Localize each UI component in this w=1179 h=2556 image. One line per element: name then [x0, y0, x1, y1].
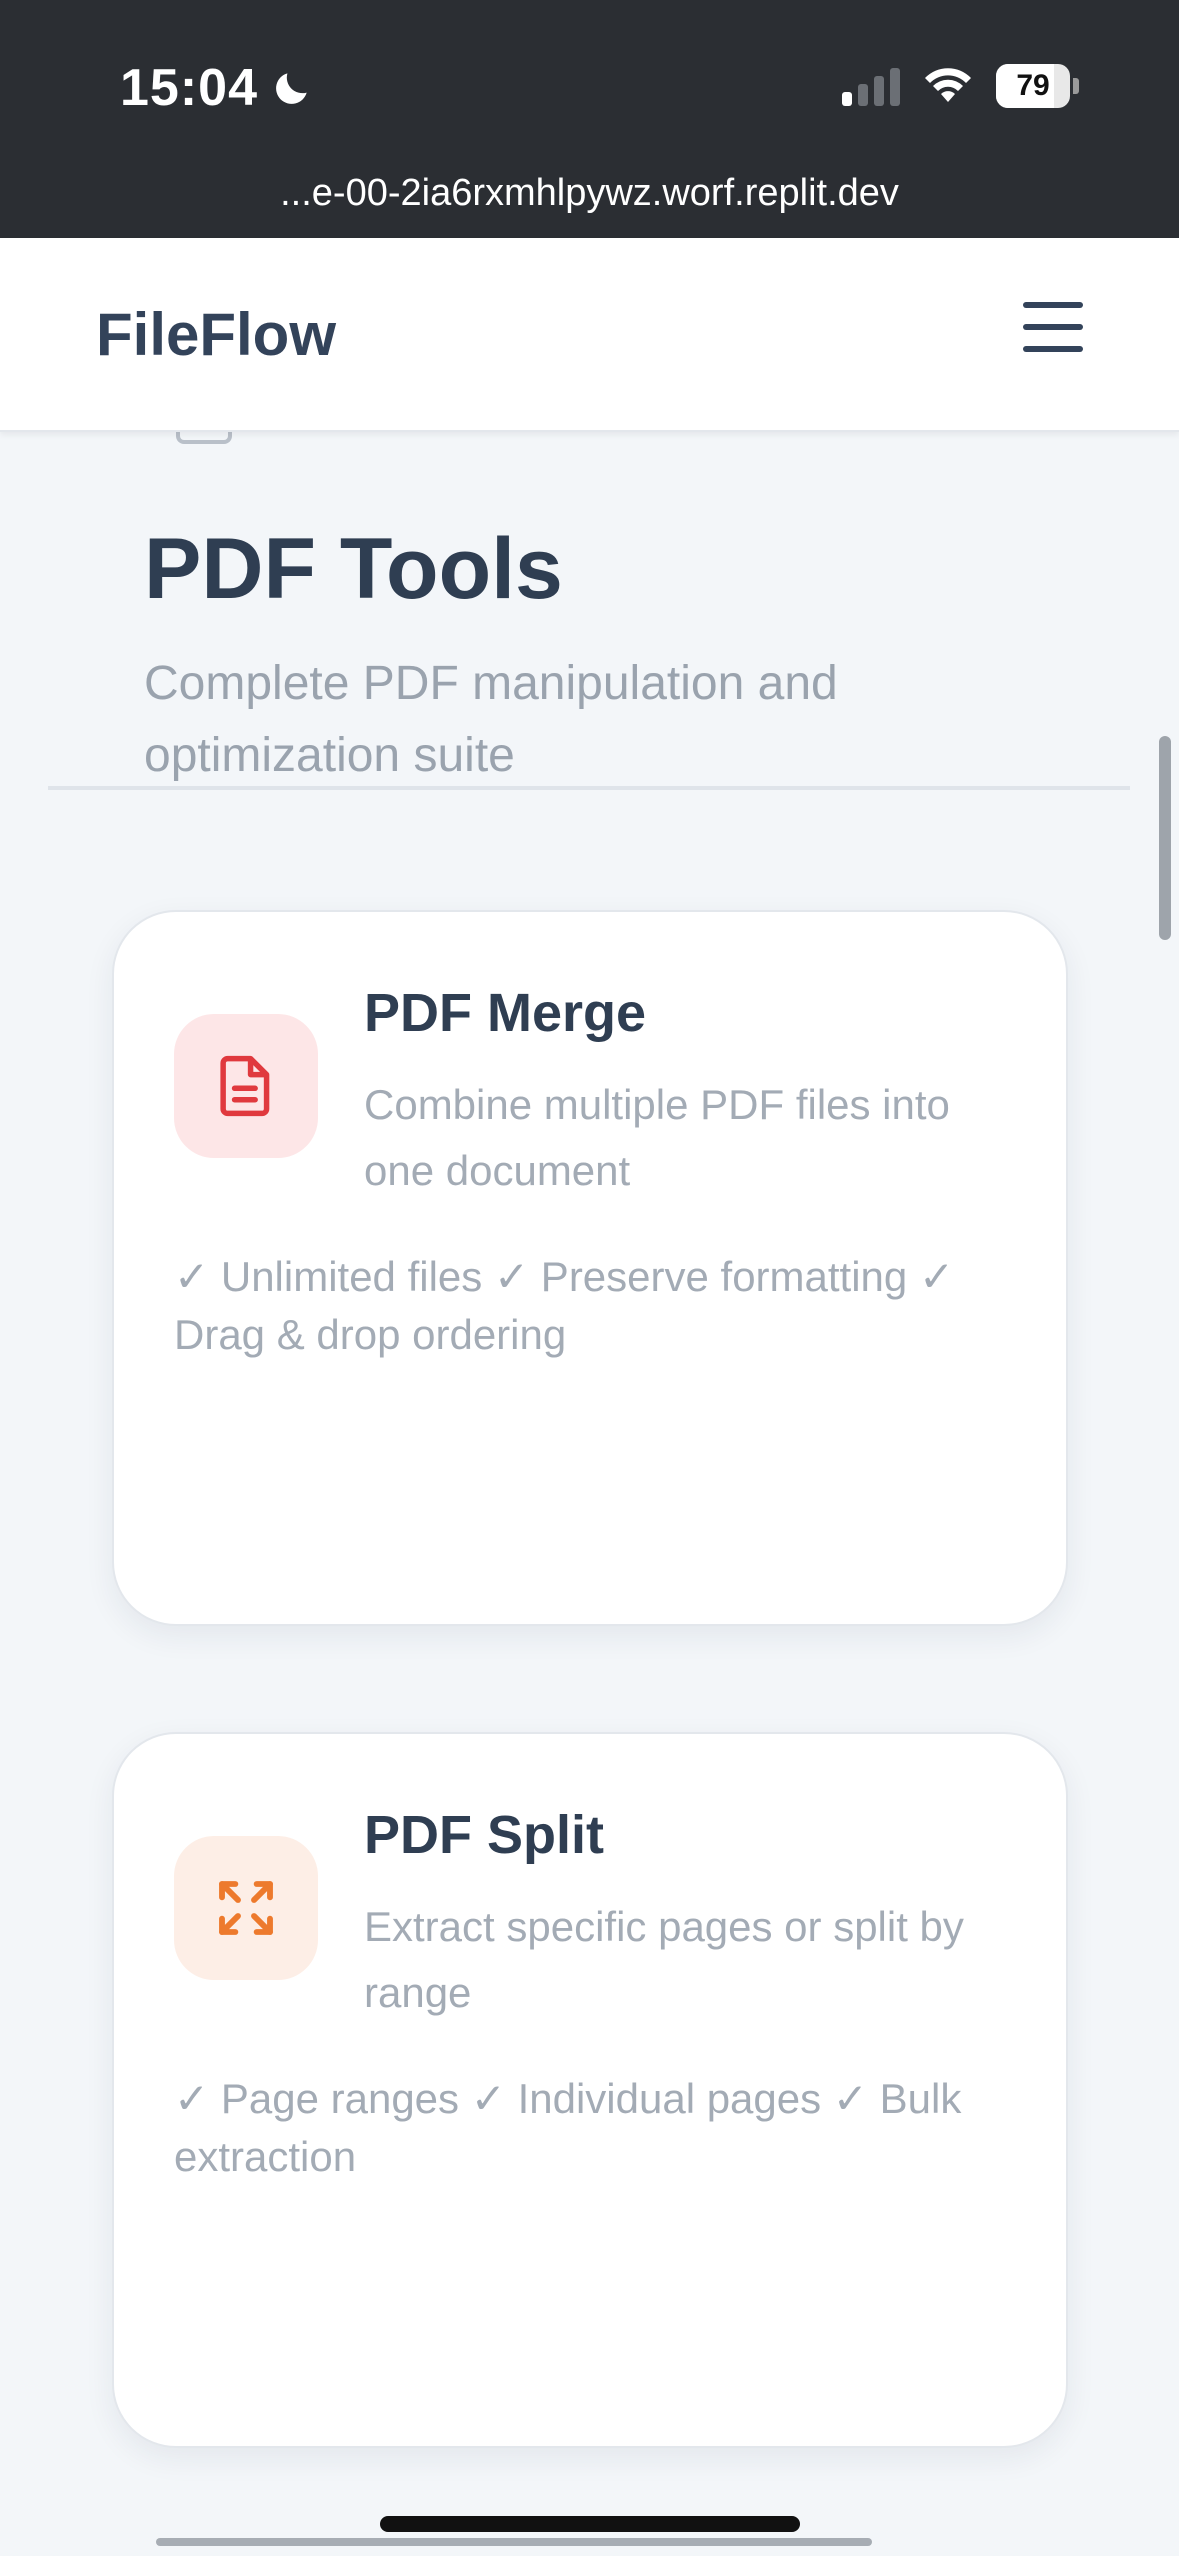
hamburger-menu-button[interactable]	[1023, 302, 1083, 352]
address-bar-url[interactable]: ...e-00-2ia6rxmhlpywz.worf.replit.dev	[0, 172, 1179, 215]
vertical-scrollbar[interactable]	[1159, 736, 1171, 940]
page-title: PDF Tools	[144, 521, 563, 617]
tool-description: Combine multiple PDF files into one docu…	[364, 1081, 950, 1194]
expand-arrows-icon	[219, 1881, 273, 1935]
moon-icon	[276, 73, 307, 104]
tool-card-pdf-split[interactable]: PDF Split Extract specific pages or spli…	[112, 1732, 1068, 2448]
battery-percentage: 79	[1016, 69, 1050, 102]
tool-description: Extract specific pages or split by range	[364, 1903, 964, 2016]
status-bar: 15:04 79 ...e-00-2ia6rxmhlpywz.worf.repl…	[0, 0, 1179, 238]
menu-icon	[1023, 302, 1083, 308]
pdf-split-icon-badge	[174, 1836, 318, 1980]
page-subtitle: Complete PDF manipulation and optimizati…	[144, 657, 838, 782]
status-time-text: 15:04	[120, 59, 258, 117]
file-text-icon	[220, 1055, 270, 1117]
app-header: FileFlow	[0, 238, 1179, 432]
wifi-icon	[925, 68, 971, 102]
cellular-signal-icon	[842, 66, 900, 106]
tool-features: ✓ Unlimited files ✓ Preserve formatting …	[174, 1253, 955, 1358]
horizontal-scrollbar[interactable]	[156, 2538, 872, 2546]
section-divider	[48, 786, 1130, 790]
tool-title: PDF Split	[364, 1805, 604, 1865]
pdf-merge-icon-badge	[174, 1014, 318, 1158]
status-time: 15:04	[120, 58, 314, 118]
tool-title: PDF Merge	[364, 983, 647, 1043]
status-indicators: 79	[842, 64, 1079, 108]
tool-card-pdf-merge[interactable]: PDF Merge Combine multiple PDF files int…	[112, 910, 1068, 1626]
brand-logo[interactable]: FileFlow	[96, 300, 336, 369]
tool-features: ✓ Page ranges ✓ Individual pages ✓ Bulk …	[174, 2075, 962, 2180]
home-indicator[interactable]	[380, 2516, 800, 2532]
battery-icon: 79	[996, 64, 1079, 108]
